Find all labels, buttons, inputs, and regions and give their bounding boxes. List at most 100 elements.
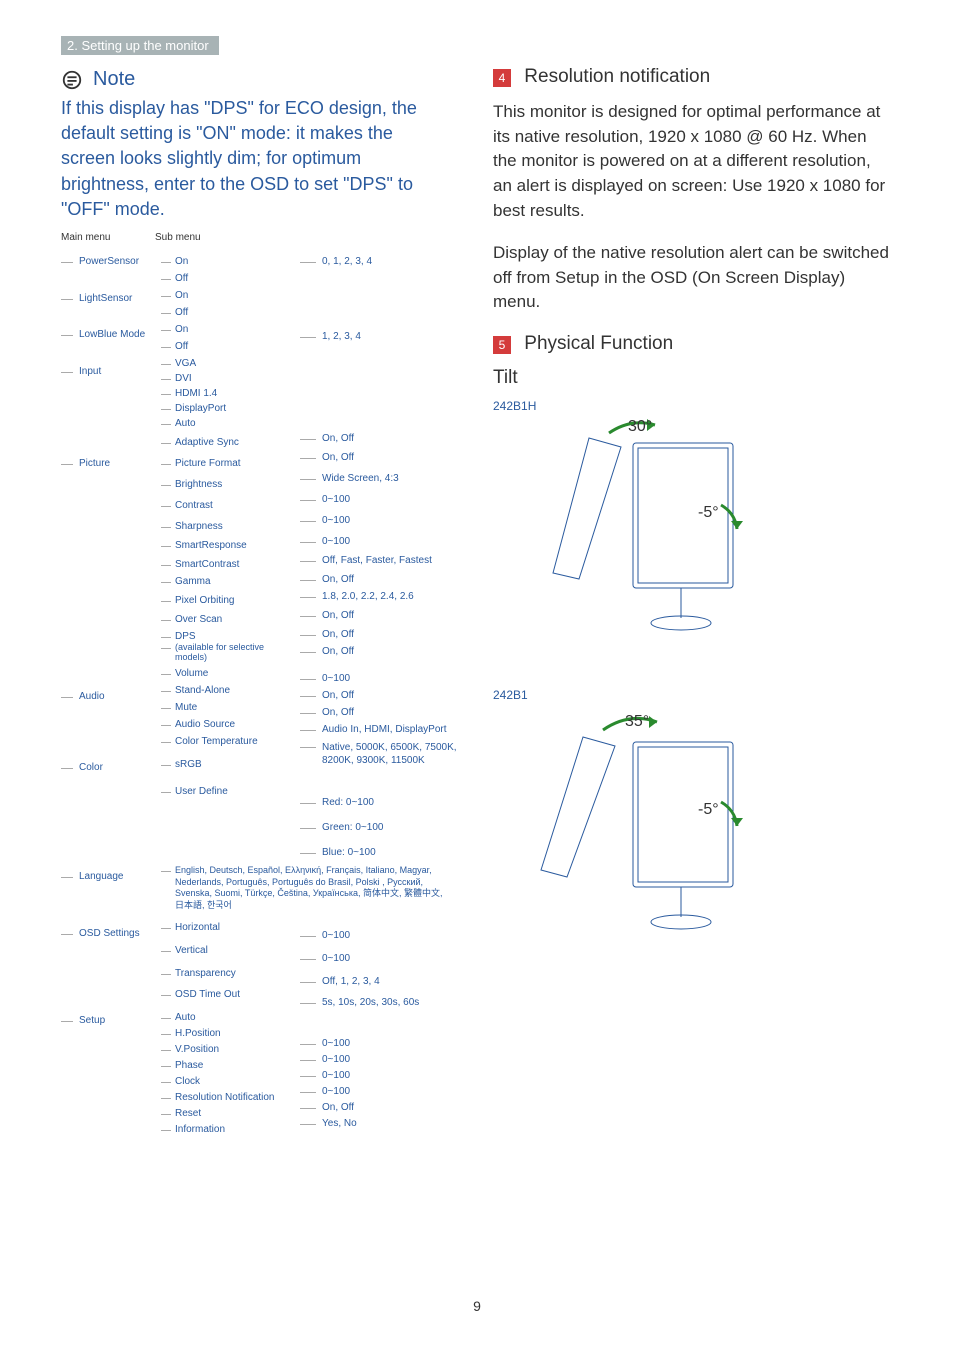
mitem-language: Language: [61, 871, 161, 882]
tilt-0-back: -5°: [698, 504, 719, 521]
step4-badge: 4: [493, 69, 511, 87]
tilt-model-0: 242B1H: [493, 399, 893, 413]
osd-main-menu-col: PowerSensor LightSensor LowBlue Mode Inp…: [61, 250, 161, 1026]
tilt-0-fwd: 30°: [628, 418, 652, 435]
sub-au-2: Mute: [161, 702, 291, 713]
val-pic-6: On, Off: [300, 574, 470, 585]
mitem-lowblue: LowBlue Mode: [61, 329, 161, 340]
val-setup-6: Yes, No: [300, 1118, 470, 1129]
right-column: 4 Resolution notification This monitor i…: [493, 66, 893, 967]
sub-pic-3: Contrast: [161, 500, 291, 511]
val-setup-5: On, Off: [300, 1102, 470, 1113]
page-number: 9: [0, 1298, 954, 1314]
sub-col-0: Color Temperature: [161, 736, 291, 747]
sub-pic-6: SmartContrast: [161, 559, 291, 570]
sub-au-0: Volume: [161, 668, 291, 679]
menu-col-headers: Main menu Sub menu: [61, 232, 201, 243]
val-setup-4: 0~100: [300, 1086, 470, 1097]
sub-setup-7: Information: [161, 1124, 291, 1135]
note-heading: Note: [61, 68, 135, 91]
sub-pic-2: Brightness: [161, 479, 291, 490]
step5-badge: 5: [493, 336, 511, 354]
sub-setup-6: Reset: [161, 1108, 291, 1119]
sub-pic-9: Over Scan: [161, 614, 291, 625]
sub-pic-5: SmartResponse: [161, 540, 291, 551]
sub-setup-1: H.Position: [161, 1028, 291, 1039]
val-pic-7: 1.8, 2.0, 2.2, 2.4, 2.6: [300, 591, 470, 602]
tilt-1-fwd: 35°: [625, 713, 649, 730]
val-col-0: Native, 5000K, 6500K, 7500K, 8200K, 9300…: [300, 741, 470, 767]
sub-ps-off: Off: [161, 273, 291, 284]
sub-osd-0: Horizontal: [161, 922, 291, 933]
sub-au-1: Stand-Alone: [161, 685, 291, 696]
val-pic-9: On, Off: [300, 629, 470, 640]
sub-setup-3: Phase: [161, 1060, 291, 1071]
sub-pic-4: Sharpness: [161, 521, 291, 532]
sub-lb-on: On: [161, 324, 291, 335]
val-osd-3: 5s, 10s, 20s, 30s, 60s: [300, 997, 470, 1008]
sub-setup-5: Resolution Notification: [161, 1092, 291, 1103]
sub-in-2: HDMI 1.4: [161, 388, 291, 399]
val-au-1: On, Off: [300, 690, 470, 701]
sub-pic-1: Picture Format: [161, 458, 291, 469]
sub-pic-dpsnote: (available for selective models): [161, 642, 291, 662]
val-osd-1: 0~100: [300, 953, 470, 964]
sub-pic-7: Gamma: [161, 576, 291, 587]
header-sub: Sub menu: [155, 232, 201, 243]
sub-pic-0: Adaptive Sync: [161, 437, 291, 448]
val-col-red: Red: 0~100: [300, 797, 470, 808]
val-au-0: 0~100: [300, 673, 470, 684]
tilt-diagram-0: 30° -5°: [493, 413, 753, 673]
val-col-green: Green: 0~100: [300, 822, 470, 833]
val-lb: 1, 2, 3, 4: [300, 331, 470, 342]
val-setup-3: 0~100: [300, 1070, 470, 1081]
val-in4: On, Off: [300, 433, 470, 444]
val-au-2: On, Off: [300, 707, 470, 718]
sub-osd-3: OSD Time Out: [161, 989, 291, 1000]
mitem-picture: Picture: [61, 458, 161, 469]
sub-au-3: Audio Source: [161, 719, 291, 730]
sub-pic-10: DPS: [161, 631, 291, 642]
sub-col-2: User Define: [161, 786, 291, 797]
sub-ls-off: Off: [161, 307, 291, 318]
val-osd-2: Off, 1, 2, 3, 4: [300, 976, 470, 987]
sub-osd-2: Transparency: [161, 968, 291, 979]
val-au-3: Audio In, HDMI, DisplayPort: [300, 724, 470, 735]
sub-col-1: sRGB: [161, 759, 291, 770]
val-pic-1: Wide Screen, 4:3: [300, 473, 470, 484]
val-osd-0: 0~100: [300, 930, 470, 941]
sub-pic-8: Pixel Orbiting: [161, 595, 291, 606]
val-pic-5: Off, Fast, Faster, Fastest: [300, 555, 470, 566]
val-setup-2: 0~100: [300, 1054, 470, 1065]
step5-title: Physical Function: [524, 333, 673, 354]
sub-in-3: DisplayPort: [161, 403, 291, 414]
sub-setup-0: Auto: [161, 1012, 291, 1023]
sub-ps-on: On: [161, 256, 291, 267]
sub-in-1: DVI: [161, 373, 291, 384]
sub-in-0: VGA: [161, 358, 291, 369]
tilt-1-back: -5°: [698, 801, 719, 818]
val-col-blue: Blue: 0~100: [300, 847, 470, 858]
tilt-diagram-1: 35° -5°: [493, 702, 753, 962]
mitem-setup: Setup: [61, 1015, 161, 1026]
mitem-input: Input: [61, 366, 161, 377]
sub-in-4: Auto: [161, 418, 291, 429]
section-header: 2. Setting up the monitor: [61, 36, 219, 55]
sub-osd-1: Vertical: [161, 945, 291, 956]
osd-sub-menu-col: On Off On Off On Off VGA DVI HDMI 1.4 Di…: [161, 250, 291, 1135]
val-pic-10: On, Off: [300, 646, 470, 657]
sub-setup-2: V.Position: [161, 1044, 291, 1055]
mitem-osd: OSD Settings: [61, 928, 161, 939]
osd-values-col: 0, 1, 2, 3, 4 1, 2, 3, 4 On, Off On, Off…: [300, 250, 470, 1129]
val-ps: 0, 1, 2, 3, 4: [300, 256, 470, 267]
val-pic-3: 0~100: [300, 515, 470, 526]
sub-setup-4: Clock: [161, 1076, 291, 1087]
step4-p1: This monitor is designed for optimal per…: [493, 100, 893, 223]
val-pic-0: On, Off: [300, 452, 470, 463]
step4-title-row: 4 Resolution notification: [493, 66, 893, 88]
step4-title: Resolution notification: [524, 66, 710, 87]
step5-sub: Tilt: [493, 367, 893, 389]
note-title: Note: [93, 68, 135, 91]
note-body: If this display has "DPS" for ECO design…: [61, 96, 451, 222]
mitem-color: Color: [61, 762, 161, 773]
